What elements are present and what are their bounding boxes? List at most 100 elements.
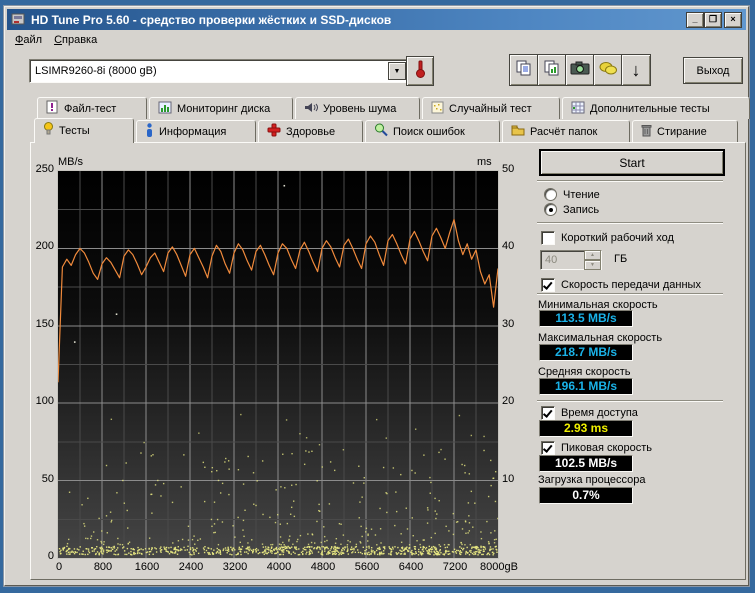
radio-selected-icon bbox=[544, 203, 557, 216]
menu-file[interactable]: Файл bbox=[9, 32, 48, 50]
left-axis-tick: 200 bbox=[35, 240, 54, 253]
tab-extra-tests[interactable]: Дополнительные тесты bbox=[562, 97, 750, 119]
minimize-button[interactable]: _ bbox=[686, 12, 704, 28]
avg-speed-value: 196.1 MB/s bbox=[539, 378, 633, 395]
copy-text-button[interactable] bbox=[509, 54, 539, 86]
tab-error-scan[interactable]: Поиск ошибок bbox=[365, 120, 500, 142]
radio-icon bbox=[544, 188, 557, 201]
tab-random-test[interactable]: Случайный тест bbox=[422, 97, 560, 119]
tab-label: Стирание bbox=[657, 125, 707, 138]
benchmark-chart bbox=[57, 170, 499, 559]
menu-help[interactable]: Справка bbox=[48, 32, 103, 50]
tab-folder-usage[interactable]: Расчёт папок bbox=[502, 120, 630, 142]
tab-label: Дополнительные тесты bbox=[590, 102, 710, 115]
spinner-buttons[interactable]: ▲ ▼ bbox=[584, 250, 601, 270]
random-test-icon bbox=[431, 101, 444, 117]
drive-select-value: LSIMR9260-8i (8000 gB) bbox=[35, 65, 157, 77]
tab-erase[interactable]: Стирание bbox=[632, 120, 738, 142]
magnifier-icon bbox=[374, 123, 388, 140]
short-stroke-label: Короткий рабочий ход bbox=[561, 232, 674, 244]
lamp-icon bbox=[43, 122, 54, 140]
menu-help-accel: С bbox=[54, 34, 63, 46]
tab-health[interactable]: Здоровье bbox=[258, 120, 363, 142]
close-button[interactable]: × bbox=[724, 12, 742, 28]
write-radio-label: Запись bbox=[563, 203, 600, 216]
menu-file-rest: айл bbox=[23, 34, 43, 46]
min-speed-value: 113.5 MB/s bbox=[539, 310, 633, 327]
benchmark-chart-svg bbox=[58, 171, 498, 558]
capacity-unit-label: ГБ bbox=[614, 253, 628, 265]
download-button[interactable]: ↓ bbox=[621, 54, 651, 86]
menu-help-rest: правка bbox=[62, 34, 98, 46]
checkbox-checked-icon bbox=[541, 278, 555, 292]
x-axis-tick: 2400 bbox=[178, 561, 204, 573]
right-axis-tick: 30 bbox=[502, 317, 515, 330]
save-results-button[interactable] bbox=[593, 54, 623, 86]
max-speed-label: Максимальная скорость bbox=[538, 332, 663, 344]
menu-bar: Файл Справка bbox=[9, 32, 103, 50]
exit-button[interactable]: Выход bbox=[683, 57, 743, 84]
left-axis-tick: 250 bbox=[35, 163, 54, 175]
x-axis-tick: 8000gB bbox=[480, 561, 518, 573]
access-time-value: 2.93 ms bbox=[539, 420, 633, 437]
right-axis-tick: 10 bbox=[502, 472, 515, 485]
x-axis-tick: 4800 bbox=[310, 561, 336, 573]
file-test-icon bbox=[46, 100, 59, 117]
capacity-spinner[interactable]: 40 ▲ ▼ bbox=[540, 250, 602, 270]
spin-down-icon[interactable]: ▼ bbox=[584, 260, 601, 270]
tab-file-test[interactable]: Файл-тест bbox=[37, 97, 147, 119]
separator bbox=[537, 222, 723, 224]
right-axis-unit: ms bbox=[477, 156, 492, 168]
max-speed-value: 218.7 MB/s bbox=[539, 344, 633, 361]
tab-information[interactable]: Информация bbox=[136, 120, 256, 142]
separator bbox=[537, 400, 723, 402]
tab-label: Мониторинг диска bbox=[177, 102, 271, 115]
speaker-icon bbox=[304, 101, 318, 117]
app-icon bbox=[11, 12, 25, 26]
x-axis-tick: 4000 bbox=[266, 561, 292, 573]
avg-speed-label: Средняя скорость bbox=[538, 366, 631, 378]
disk-monitor-icon bbox=[158, 101, 172, 117]
maximize-button[interactable]: ❐ bbox=[704, 12, 722, 28]
temperature-button[interactable] bbox=[406, 56, 434, 86]
tab-label: Случайный тест bbox=[449, 102, 532, 115]
title-bar[interactable]: HD Tune Pro 5.60 - средство проверки жёс… bbox=[7, 9, 746, 30]
write-radio[interactable]: Запись bbox=[544, 203, 599, 216]
tab-label: Файл-тест bbox=[64, 102, 117, 115]
tab-label: Тесты bbox=[59, 125, 90, 137]
burst-label: Пиковая скорость bbox=[561, 442, 653, 454]
left-axis-tick: 150 bbox=[35, 317, 54, 330]
x-axis-tick: 800 bbox=[93, 561, 113, 573]
transfer-label: Скорость передачи данных bbox=[561, 279, 701, 291]
tab-disk-monitor[interactable]: Мониторинг диска bbox=[149, 97, 293, 119]
right-axis-tick: 20 bbox=[502, 395, 515, 408]
screenshot-button[interactable] bbox=[565, 54, 595, 86]
right-axis-tick: 50 bbox=[502, 163, 515, 175]
copy-image-icon bbox=[543, 59, 561, 82]
copy-text-icon bbox=[515, 59, 533, 82]
short-stroke-checkbox[interactable]: Короткий рабочий ход bbox=[541, 231, 674, 245]
tab-noise-level[interactable]: Уровень шума bbox=[295, 97, 420, 119]
drive-select[interactable]: LSIMR9260-8i (8000 gB) ▼ bbox=[29, 59, 409, 83]
burst-value: 102.5 MB/s bbox=[539, 455, 633, 472]
chevron-down-icon[interactable]: ▼ bbox=[388, 62, 406, 80]
hands-icon bbox=[598, 60, 618, 81]
copy-image-button[interactable] bbox=[537, 54, 567, 86]
access-time-checkbox[interactable]: Время доступа bbox=[541, 406, 638, 420]
trash-icon bbox=[641, 123, 652, 140]
checkbox-checked-icon bbox=[541, 441, 555, 455]
down-arrow-icon: ↓ bbox=[631, 59, 641, 80]
read-radio[interactable]: Чтение bbox=[544, 188, 600, 201]
burst-checkbox[interactable]: Пиковая скорость bbox=[541, 441, 652, 455]
start-button[interactable]: Start bbox=[540, 150, 724, 175]
spin-up-icon[interactable]: ▲ bbox=[584, 250, 601, 260]
tab-tests[interactable]: Тесты bbox=[34, 118, 134, 143]
folder-icon bbox=[511, 124, 525, 139]
x-axis-tick: 0 bbox=[55, 561, 63, 573]
read-radio-label: Чтение bbox=[563, 188, 600, 201]
x-axis-tick: 5600 bbox=[354, 561, 380, 573]
tab-label: Поиск ошибок bbox=[393, 125, 465, 138]
transfer-checkbox[interactable]: Скорость передачи данных bbox=[541, 278, 701, 292]
separator bbox=[537, 293, 723, 295]
exit-button-label: Выход bbox=[696, 64, 730, 77]
